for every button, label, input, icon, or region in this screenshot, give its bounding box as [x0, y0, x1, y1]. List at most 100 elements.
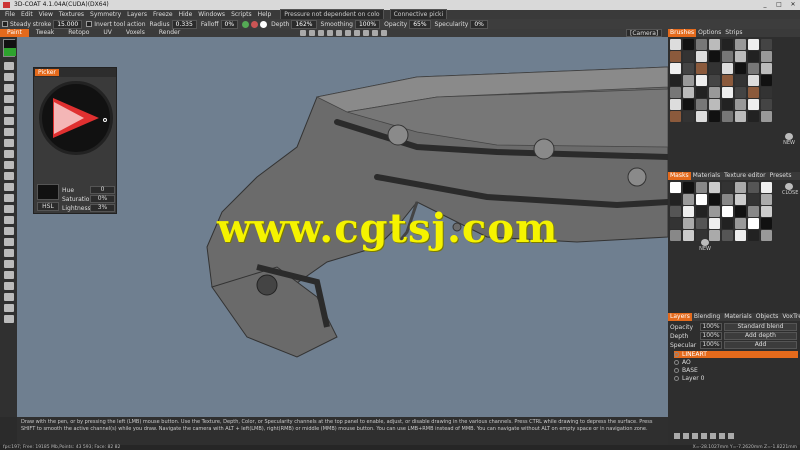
brush-thumbnail[interactable]: [670, 87, 681, 98]
menu-help[interactable]: Help: [255, 10, 275, 19]
blend-mode-select[interactable]: Standard blend: [724, 323, 797, 331]
layer-down-icon[interactable]: [728, 433, 734, 439]
tab-objects[interactable]: Objects: [754, 313, 781, 321]
tab-layer-materials[interactable]: Materials: [722, 313, 754, 321]
tab-masks[interactable]: Masks: [668, 172, 691, 180]
brush-thumbnail[interactable]: [722, 99, 733, 110]
brush-thumbnail[interactable]: [683, 51, 694, 62]
brush-thumbnail[interactable]: [722, 75, 733, 86]
hue-field[interactable]: 0: [90, 186, 115, 194]
brush-thumbnail[interactable]: [709, 99, 720, 110]
mask-thumbnail[interactable]: [722, 206, 733, 217]
tab-uv[interactable]: UV: [96, 29, 119, 37]
brush-thumbnail[interactable]: [670, 63, 681, 74]
brush-thumbnail[interactable]: [696, 75, 707, 86]
depth-channel-icon[interactable]: [242, 20, 250, 28]
hue-marker[interactable]: [103, 118, 107, 122]
radius-option[interactable]: Radius 0.335: [150, 19, 197, 29]
brush-thumbnail[interactable]: [696, 39, 707, 50]
new-folder-icon[interactable]: [683, 433, 689, 439]
brush-thumbnail[interactable]: [683, 111, 694, 122]
depth-mode-select[interactable]: Add depth: [724, 332, 797, 340]
mask-thumbnail[interactable]: [761, 230, 772, 241]
minimize-button[interactable]: _: [758, 0, 772, 10]
fullscreen-icon[interactable]: [372, 30, 378, 36]
brush-thumbnail[interactable]: [735, 51, 746, 62]
zoom-view-icon[interactable]: [318, 30, 324, 36]
brush-thumbnail[interactable]: [761, 75, 772, 86]
brush-thumbnail[interactable]: [709, 39, 720, 50]
tab-voxtree[interactable]: VoxTree: [780, 313, 800, 321]
text-tool-icon[interactable]: [3, 172, 14, 180]
invert-option[interactable]: Invert tool action: [86, 21, 146, 28]
delete-layer-icon[interactable]: [710, 433, 716, 439]
steady-stroke-option[interactable]: Steady stroke 15.000: [2, 19, 83, 29]
transform-tool-icon[interactable]: [3, 249, 14, 257]
adjust-tool-icon[interactable]: [3, 238, 14, 246]
layer-opacity-field[interactable]: 100%: [700, 323, 722, 331]
tab-brushes[interactable]: Brushes: [668, 29, 697, 37]
tab-layers[interactable]: Layers: [668, 313, 692, 321]
duplicate-layer-icon[interactable]: [692, 433, 698, 439]
steady-checkbox[interactable]: [2, 21, 8, 27]
specular-channel-icon[interactable]: [260, 20, 268, 28]
brush-thumbnail[interactable]: [761, 87, 772, 98]
mask-thumbnail[interactable]: [761, 206, 772, 217]
mask-thumbnail[interactable]: [683, 230, 694, 241]
mask-thumbnail[interactable]: [709, 218, 720, 229]
airbrush-tool-icon[interactable]: [3, 84, 14, 92]
menu-file[interactable]: File: [2, 10, 18, 19]
brush-thumbnail[interactable]: [735, 99, 746, 110]
menu-layers[interactable]: Layers: [124, 10, 150, 19]
brush-thumbnail[interactable]: [670, 39, 681, 50]
tab-retopo[interactable]: Retopo: [61, 29, 96, 37]
brush-thumbnail[interactable]: [683, 87, 694, 98]
menu-symmetry[interactable]: Symmetry: [87, 10, 124, 19]
mask-thumbnail[interactable]: [722, 218, 733, 229]
picker-tool-icon[interactable]: [3, 260, 14, 268]
mask-thumbnail[interactable]: [735, 230, 746, 241]
layer-item-base[interactable]: BASE: [674, 367, 798, 374]
mask-thumbnail[interactable]: [670, 230, 681, 241]
specular-mode-select[interactable]: Add: [724, 341, 797, 349]
brush-tool-icon[interactable]: [3, 62, 14, 70]
menu-freeze[interactable]: Freeze: [150, 10, 176, 19]
mask-thumbnail[interactable]: [735, 206, 746, 217]
mask-thumbnail[interactable]: [709, 206, 720, 217]
mask-thumbnail[interactable]: [722, 182, 733, 193]
brush-thumbnail[interactable]: [722, 39, 733, 50]
symmetry-icon[interactable]: [336, 30, 342, 36]
mask-thumbnail[interactable]: [761, 218, 772, 229]
eye-icon[interactable]: [674, 368, 679, 373]
camera-dropdown[interactable]: [Camera]: [626, 29, 663, 37]
mask-thumbnail[interactable]: [722, 194, 733, 205]
brush-thumbnail[interactable]: [735, 75, 746, 86]
merge-layer-icon[interactable]: [701, 433, 707, 439]
tab-strips[interactable]: Strips: [723, 29, 744, 37]
brush-thumbnail[interactable]: [722, 87, 733, 98]
eye-icon[interactable]: [674, 376, 679, 381]
brush-thumbnail[interactable]: [748, 87, 759, 98]
mask-thumbnail[interactable]: [696, 206, 707, 217]
picker-header[interactable]: Picker: [34, 68, 116, 77]
brush-thumbnail[interactable]: [683, 99, 694, 110]
close-button[interactable]: ✕: [786, 0, 800, 10]
brush-thumbnail[interactable]: [709, 75, 720, 86]
tab-materials[interactable]: Materials: [691, 172, 723, 180]
mask-thumbnail[interactable]: [670, 194, 681, 205]
hsl-mode-button[interactable]: HSL: [37, 202, 59, 211]
brush-thumbnail[interactable]: [761, 51, 772, 62]
brush-thumbnail[interactable]: [696, 63, 707, 74]
brush-thumbnail[interactable]: [696, 99, 707, 110]
tab-options[interactable]: Options: [696, 29, 723, 37]
home-view-icon[interactable]: [381, 30, 387, 36]
lasso-tool-icon[interactable]: [3, 161, 14, 169]
close-mask-button[interactable]: CLOSE: [782, 183, 798, 196]
mask-thumbnail[interactable]: [761, 182, 772, 193]
brush-thumbnail[interactable]: [735, 63, 746, 74]
brush-thumbnail[interactable]: [761, 39, 772, 50]
mask-thumbnail[interactable]: [748, 218, 759, 229]
new-brush-button[interactable]: NEW: [782, 133, 796, 146]
menu-view[interactable]: View: [36, 10, 56, 19]
eye-tool-icon[interactable]: [3, 216, 14, 224]
